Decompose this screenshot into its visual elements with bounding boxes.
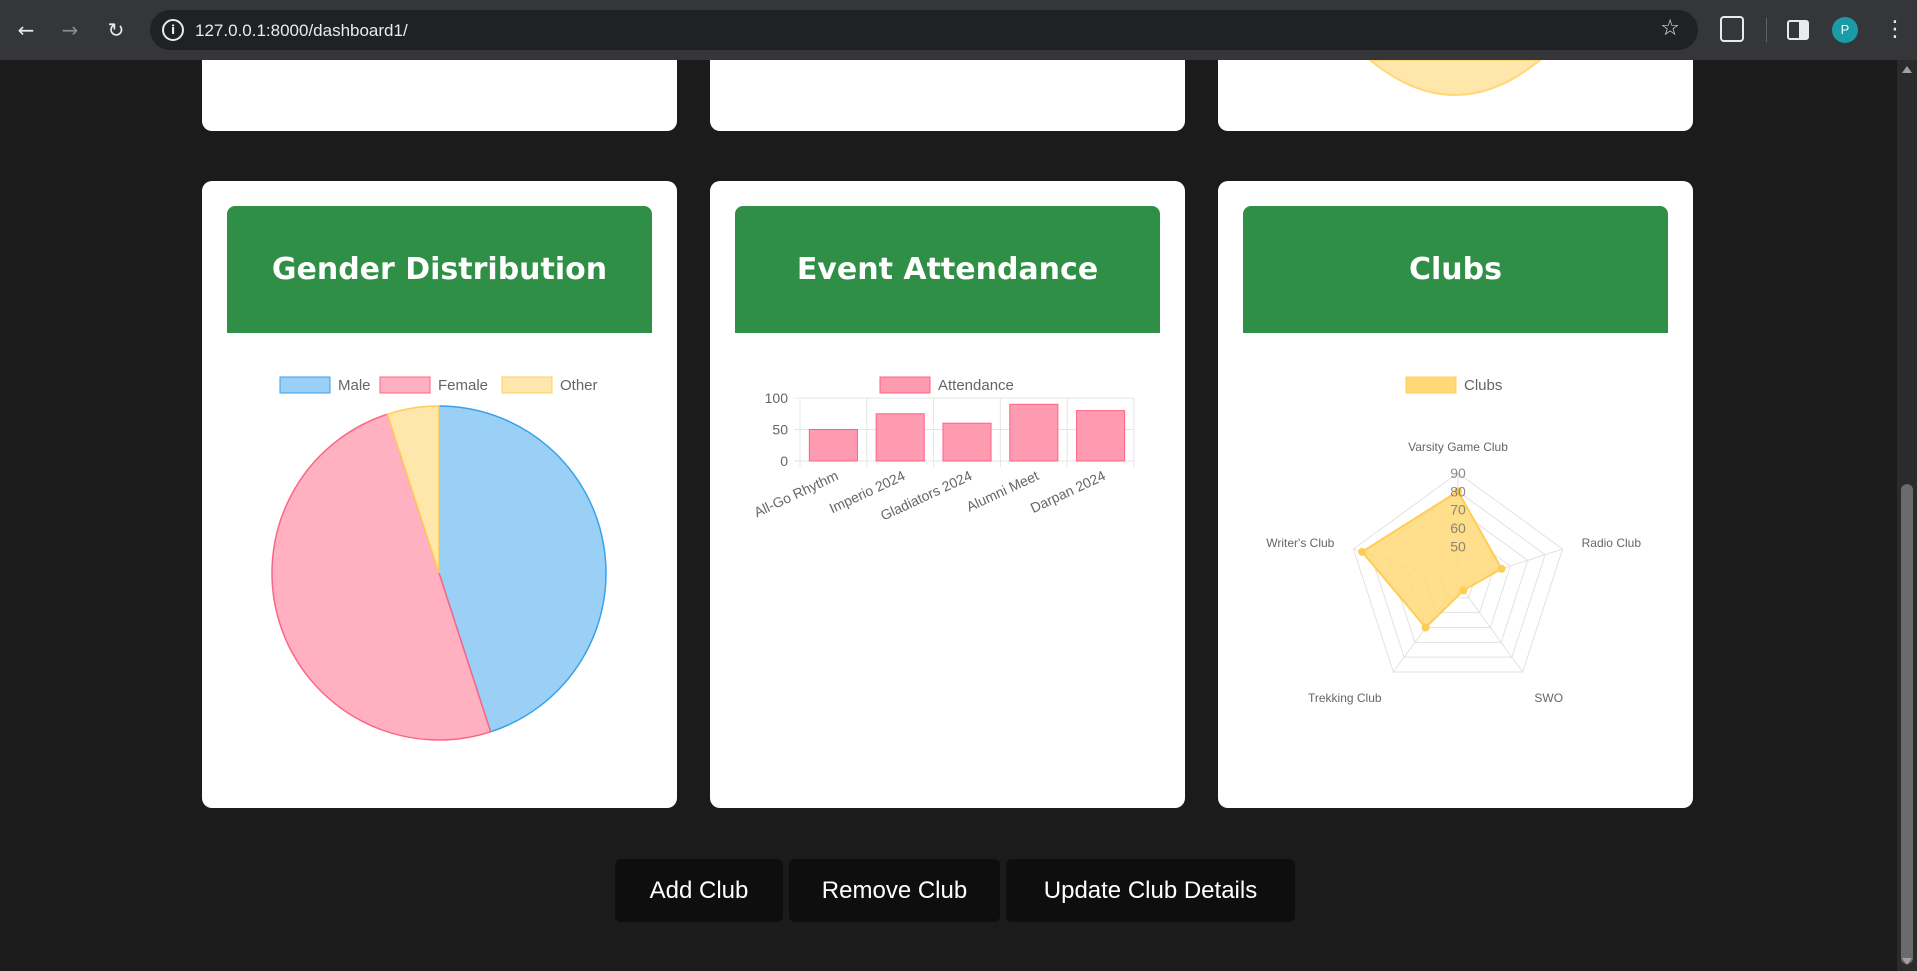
reload-icon[interactable]: ↻ — [100, 14, 132, 46]
url-text[interactable]: 127.0.0.1:8000/dashboard1/ — [195, 21, 408, 41]
gender-pie-chart: Male Female Other — [271, 376, 607, 741]
event-attendance-card: Event Attendance Attendance 0 50 100 All-G… — [710, 181, 1185, 808]
clubs-radar-chart: Clubs 50 60 70 80 90 Varsity Game Club Radio … — [1266, 376, 1642, 705]
back-icon[interactable]: ← — [10, 14, 42, 46]
bookmark-star-icon[interactable]: ☆ — [1660, 16, 1680, 41]
y-tick-label-50: 50 — [772, 422, 788, 438]
radar-axis-label-trekking-club: Trekking Club — [1308, 691, 1382, 705]
r-tick-label-70: 70 — [1450, 502, 1466, 518]
clubs-card-title: Clubs — [1243, 206, 1668, 333]
legend-label-attendance: Attendance — [938, 377, 1014, 394]
radar-area-clubs — [1360, 489, 1503, 629]
scroll-up-arrow-icon[interactable] — [1902, 66, 1912, 73]
pie-legend: Male Female Other — [279, 376, 598, 394]
browser-toolbar: ← → ↻ i 127.0.0.1:8000/dashboard1/ ☆ P ⋮ — [0, 0, 1917, 60]
toolbar-divider — [1766, 18, 1767, 42]
dashboard-page: Gender Distribution Male Female Other Even… — [0, 60, 1897, 971]
legend-swatch-male — [279, 376, 331, 394]
extensions-icon[interactable] — [1720, 16, 1744, 42]
legend-swatch-clubs — [1405, 376, 1457, 394]
radar-area: 50 60 70 80 90 — [1358, 465, 1506, 632]
radar-legend: Clubs — [1405, 376, 1502, 394]
legend-label-other: Other — [560, 377, 598, 394]
scroll-down-arrow-icon[interactable] — [1902, 958, 1912, 965]
bar-marks — [808, 403, 1126, 462]
r-tick-label-90: 90 — [1450, 465, 1466, 481]
bar-darpan-2024 — [1076, 410, 1126, 462]
top-card-3-chart-fragment — [1368, 60, 1542, 96]
r-tick-label-60: 60 — [1450, 520, 1466, 536]
radar-point-writer-s-club — [1358, 547, 1367, 556]
top-card-3 — [1218, 60, 1693, 131]
site-info-icon[interactable]: i — [162, 19, 184, 41]
more-menu-icon[interactable]: ⋮ — [1884, 14, 1906, 46]
attendance-bar-chart: Attendance 0 50 100 All-Go RhythmImperio 2… — [751, 376, 1135, 523]
r-tick-label-50: 50 — [1450, 538, 1466, 554]
pie-slices — [271, 405, 607, 741]
bar-legend: Attendance — [879, 376, 1014, 394]
bar-labels: All-Go RhythmImperio 2024Gladiators 2024… — [751, 467, 1108, 523]
y-tick-label-100: 100 — [765, 390, 789, 406]
radar-axis-label-radio-club: Radio Club — [1582, 536, 1642, 550]
bar-all-go-rhythm — [808, 429, 858, 462]
page-scrollbar[interactable] — [1897, 60, 1917, 971]
update-club-details-button[interactable]: Update Club Details — [1006, 859, 1295, 922]
bar-imperio-2024 — [875, 413, 925, 462]
y-tick-label-0: 0 — [780, 453, 788, 469]
gender-card-title: Gender Distribution — [227, 206, 652, 333]
forward-icon[interactable]: → — [54, 14, 86, 46]
radar-point-swo — [1459, 586, 1468, 595]
gender-distribution-card: Gender Distribution Male Female Other — [202, 181, 677, 808]
side-panel-icon[interactable] — [1787, 20, 1809, 40]
top-card-1 — [202, 60, 677, 131]
profile-avatar[interactable]: P — [1832, 17, 1858, 43]
top-card-2 — [710, 60, 1185, 131]
legend-label-female: Female — [438, 377, 488, 394]
radar-axis-label-swo: SWO — [1534, 691, 1563, 705]
legend-label-male: Male — [338, 377, 371, 394]
radar-point-radio-club — [1497, 564, 1506, 573]
legend-label-clubs: Clubs — [1464, 377, 1502, 394]
scroll-thumb[interactable] — [1901, 484, 1913, 964]
legend-swatch-female — [379, 376, 431, 394]
r-tick-label-80: 80 — [1450, 483, 1466, 499]
radar-point-trekking-club — [1421, 623, 1430, 632]
address-bar[interactable]: i 127.0.0.1:8000/dashboard1/ ☆ — [150, 10, 1698, 50]
x-tick-label-darpan-2024: Darpan 2024 — [1028, 467, 1108, 516]
clubs-card: Clubs Clubs 50 60 70 80 90 Varsity Game Club… — [1218, 181, 1693, 808]
x-tick-label-all-go-rhythm: All-Go Rhythm — [751, 467, 840, 520]
radar-axis-label-varsity-game-club: Varsity Game Club — [1408, 440, 1508, 454]
bar-gladiators-2024 — [942, 422, 992, 462]
bar-alumni-meet — [1009, 403, 1059, 462]
legend-swatch-other — [501, 376, 553, 394]
radar-axis-label-writer-s-club: Writer's Club — [1266, 536, 1334, 550]
remove-club-button[interactable]: Remove Club — [789, 859, 1000, 922]
attendance-card-title: Event Attendance — [735, 206, 1160, 333]
add-club-button[interactable]: Add Club — [615, 859, 783, 922]
legend-swatch-attendance — [879, 376, 931, 394]
